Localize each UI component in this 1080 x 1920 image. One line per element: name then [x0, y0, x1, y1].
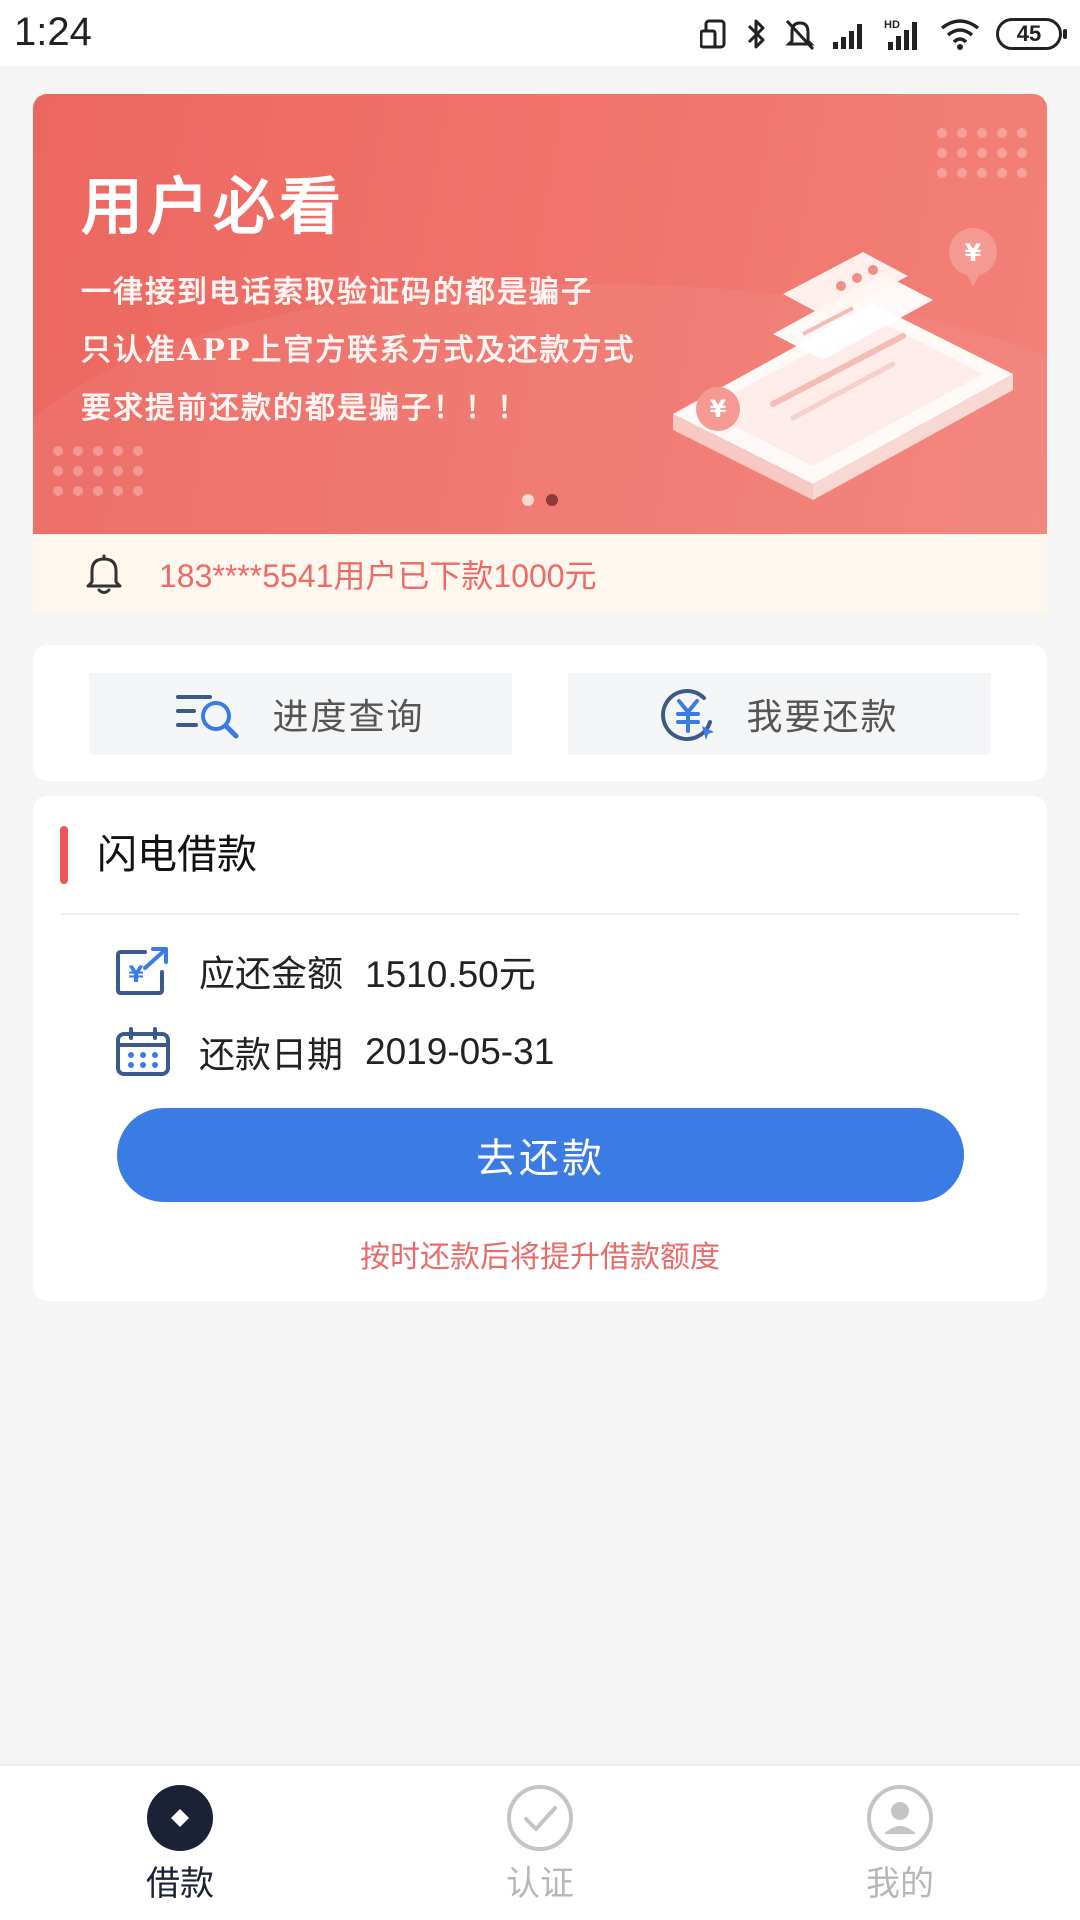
banner-coin-symbol: ¥ [965, 239, 982, 267]
promo-banner[interactable]: 用户必看 一律接到电话索取验证码的都是骗子 只认准APP上官方联系方式及还款方式… [33, 94, 1047, 534]
nav-item-verify[interactable]: 认证 [450, 1784, 630, 1905]
nav-item-mine[interactable]: 我的 [810, 1784, 990, 1905]
nav-label-verify: 认证 [506, 1864, 574, 1904]
banner-coin-symbol: ¥ [710, 395, 727, 423]
status-bar: 1:24 HD 45 [0, 0, 1080, 66]
repay-yuan-icon [661, 689, 715, 741]
repay-label: 我要还款 [746, 697, 899, 738]
phone-payment-illustration: ¥ ¥ [673, 228, 1013, 500]
bottom-nav: 借款 认证 我的 [0, 1764, 1080, 1920]
repay-date-value: 2019-05-31 [365, 1031, 555, 1072]
loan-divider [61, 913, 1019, 915]
banner-pagination[interactable] [33, 494, 1047, 506]
hd-signal-icon: HD [884, 19, 917, 50]
banner-line: 只认准APP上官方联系方式及还款方式 [81, 333, 636, 368]
amount-icon-symbol: ¥ [128, 963, 144, 988]
loan-card: 闪电借款 ¥ 应还金额 1510.50元 还款日期 2019-05-31 去还款… [33, 796, 1047, 1301]
user-profile-icon [867, 1785, 933, 1851]
battery-icon: 45 [996, 18, 1067, 50]
cell-signal-icon [833, 24, 862, 49]
banner-title: 用户必看 [81, 170, 346, 243]
repay-date-label: 还款日期 [199, 1035, 344, 1076]
banner-page-dot[interactable] [522, 494, 534, 506]
bluetooth-icon [747, 19, 765, 49]
banner-dot-pattern-top [937, 128, 1027, 178]
status-icons: HD 45 [700, 12, 1067, 56]
nav-label-mine: 我的 [866, 1864, 934, 1904]
wifi-icon [940, 19, 980, 50]
repay-button[interactable]: 我要还款 [568, 673, 991, 755]
progress-query-label: 进度查询 [272, 697, 425, 738]
amount-due-value: 1510.50元 [365, 954, 536, 995]
banner-line: 一律接到电话索取验证码的都是骗子 [81, 275, 593, 310]
loan-title: 闪电借款 [97, 832, 257, 878]
calendar-icon [116, 1027, 170, 1076]
amount-transfer-icon: ¥ [116, 947, 168, 995]
loan-diamond-icon [147, 1785, 213, 1851]
svg-text:HD: HD [884, 19, 900, 31]
notice-text: 183****5541用户已下款1000元 [159, 558, 597, 594]
quick-actions-card: 进度查询 我要还款 [33, 645, 1047, 781]
nav-item-loan[interactable]: 借款 [90, 1784, 270, 1905]
bell-icon [86, 554, 122, 594]
check-circle-icon [507, 1785, 573, 1851]
screen-rotate-icon [700, 19, 726, 49]
repay-date-row: 还款日期 2019-05-31 [115, 1026, 554, 1078]
battery-level: 45 [1016, 21, 1042, 46]
bell-muted-icon [785, 19, 815, 51]
amount-due-label: 应还金额 [199, 954, 344, 995]
nav-label-loan: 借款 [146, 1864, 214, 1904]
progress-query-button[interactable]: 进度查询 [89, 673, 512, 755]
status-time: 1:24 [14, 10, 92, 54]
go-repay-button[interactable]: 去还款 [117, 1108, 964, 1202]
loan-title-accent [60, 826, 68, 884]
banner-dot-pattern-bottom [53, 446, 143, 496]
banner-page-dot-active[interactable] [546, 494, 558, 506]
banner-text: 一律接到电话索取验证码的都是骗子 只认准APP上官方联系方式及还款方式 要求提前… [81, 264, 635, 438]
repay-hint: 按时还款后将提升借款额度 [360, 1240, 720, 1275]
notice-bar: 183****5541用户已下款1000元 [33, 534, 1047, 614]
progress-search-icon [176, 695, 239, 739]
banner-line: 要求提前还款的都是骗子！！！ [81, 391, 529, 426]
amount-due-row: ¥ 应还金额 1510.50元 [115, 944, 536, 998]
